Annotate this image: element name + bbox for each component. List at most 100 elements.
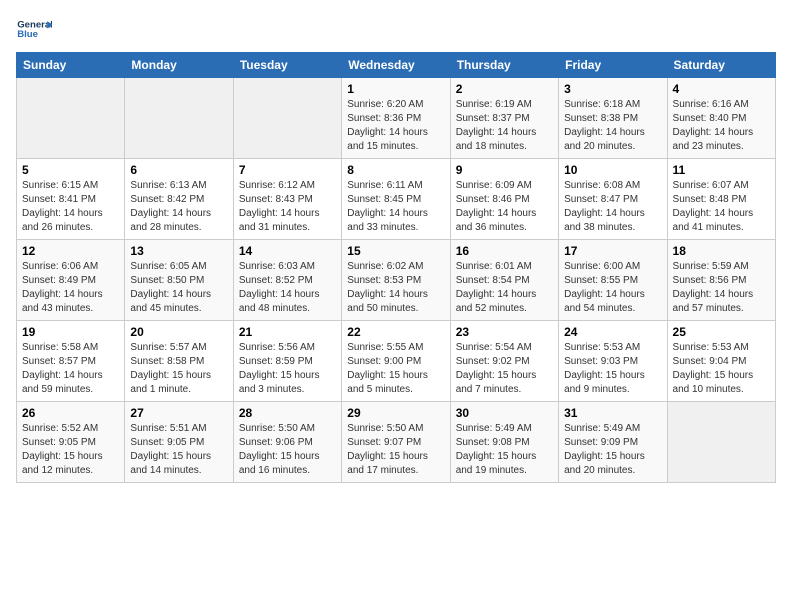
calendar-cell: 20Sunrise: 5:57 AM Sunset: 8:58 PM Dayli… (125, 321, 233, 402)
weekday-header: Saturday (667, 53, 775, 78)
calendar-cell: 1Sunrise: 6:20 AM Sunset: 8:36 PM Daylig… (342, 78, 450, 159)
calendar-cell: 14Sunrise: 6:03 AM Sunset: 8:52 PM Dayli… (233, 240, 341, 321)
day-number: 3 (564, 82, 661, 96)
day-info: Sunrise: 6:16 AM Sunset: 8:40 PM Dayligh… (673, 98, 770, 154)
calendar-cell: 23 Sunrise: 5:54 AM Sunset: 9:02 PM Dayli… (450, 321, 558, 402)
day-info: Sunrise: 5:51 AM Sunset: 9:05 PM Dayligh… (130, 422, 227, 478)
day-number: 12 (22, 244, 119, 258)
day-info: Sunrise: 5:52 AM Sunset: 9:05 PM Dayligh… (22, 422, 119, 478)
day-info: Sunrise: 5:53 AM Sunset: 9:04 PM Dayligh… (673, 341, 770, 397)
day-info: Sunrise: 5:53 AM Sunset: 9:03 PM Dayligh… (564, 341, 661, 397)
calendar-week-row: 1Sunrise: 6:20 AM Sunset: 8:36 PM Daylig… (17, 78, 776, 159)
weekday-header: Wednesday (342, 53, 450, 78)
day-number: 30 (456, 406, 553, 420)
calendar-week-row: 12 Sunrise: 6:06 AM Sunset: 8:49 PM Dayli… (17, 240, 776, 321)
day-number: 25 (673, 325, 770, 339)
calendar-cell: 13 Sunrise: 6:05 AM Sunset: 8:50 PM Dayli… (125, 240, 233, 321)
logo: General Blue (16, 16, 52, 44)
calendar-cell: 30Sunrise: 5:49 AM Sunset: 9:08 PM Dayli… (450, 402, 558, 483)
day-number: 7 (239, 163, 336, 177)
calendar-cell (667, 402, 775, 483)
day-info: Sunrise: 6:18 AM Sunset: 8:38 PM Dayligh… (564, 98, 661, 154)
svg-text:Blue: Blue (17, 29, 38, 40)
calendar-table: SundayMondayTuesdayWednesdayThursdayFrid… (16, 52, 776, 483)
day-info: Sunrise: 5:58 AM Sunset: 8:57 PM Dayligh… (22, 341, 119, 397)
day-number: 9 (456, 163, 553, 177)
calendar-cell: 11 Sunrise: 6:07 AM Sunset: 8:48 PM Dayli… (667, 159, 775, 240)
day-info: Sunrise: 6:20 AM Sunset: 8:36 PM Dayligh… (347, 98, 444, 154)
day-number: 23 (456, 325, 553, 339)
day-info: Sunrise: 5:55 AM Sunset: 9:00 PM Dayligh… (347, 341, 444, 397)
day-info: Sunrise: 5:49 AM Sunset: 9:09 PM Dayligh… (564, 422, 661, 478)
calendar-cell: 25 Sunrise: 5:53 AM Sunset: 9:04 PM Dayli… (667, 321, 775, 402)
calendar-cell: 28Sunrise: 5:50 AM Sunset: 9:06 PM Dayli… (233, 402, 341, 483)
calendar-cell: 5 Sunrise: 6:15 AM Sunset: 8:41 PM Daylig… (17, 159, 125, 240)
day-info: Sunrise: 6:02 AM Sunset: 8:53 PM Dayligh… (347, 260, 444, 316)
day-info: Sunrise: 5:54 AM Sunset: 9:02 PM Dayligh… (456, 341, 553, 397)
calendar-cell: 17 Sunrise: 6:00 AM Sunset: 8:55 PM Dayli… (559, 240, 667, 321)
day-number: 22 (347, 325, 444, 339)
day-info: Sunrise: 6:06 AM Sunset: 8:49 PM Dayligh… (22, 260, 119, 316)
day-info: Sunrise: 6:08 AM Sunset: 8:47 PM Dayligh… (564, 179, 661, 235)
day-number: 31 (564, 406, 661, 420)
day-number: 13 (130, 244, 227, 258)
day-info: Sunrise: 5:59 AM Sunset: 8:56 PM Dayligh… (673, 260, 770, 316)
day-info: Sunrise: 6:13 AM Sunset: 8:42 PM Dayligh… (130, 179, 227, 235)
day-number: 29 (347, 406, 444, 420)
calendar-cell: 24 Sunrise: 5:53 AM Sunset: 9:03 PM Dayli… (559, 321, 667, 402)
calendar-cell: 7 Sunrise: 6:12 AM Sunset: 8:43 PM Daylig… (233, 159, 341, 240)
calendar-cell: 21 Sunrise: 5:56 AM Sunset: 8:59 PM Dayli… (233, 321, 341, 402)
calendar-week-row: 19 Sunrise: 5:58 AM Sunset: 8:57 PM Dayli… (17, 321, 776, 402)
calendar-cell: 31 Sunrise: 5:49 AM Sunset: 9:09 PM Dayli… (559, 402, 667, 483)
weekday-header: Sunday (17, 53, 125, 78)
day-number: 11 (673, 163, 770, 177)
weekday-header: Friday (559, 53, 667, 78)
day-info: Sunrise: 5:57 AM Sunset: 8:58 PM Dayligh… (130, 341, 227, 397)
day-number: 15 (347, 244, 444, 258)
day-number: 10 (564, 163, 661, 177)
calendar-cell: 22 Sunrise: 5:55 AM Sunset: 9:00 PM Dayli… (342, 321, 450, 402)
day-number: 4 (673, 82, 770, 96)
day-number: 5 (22, 163, 119, 177)
calendar-cell: 29Sunrise: 5:50 AM Sunset: 9:07 PM Dayli… (342, 402, 450, 483)
day-info: Sunrise: 6:12 AM Sunset: 8:43 PM Dayligh… (239, 179, 336, 235)
calendar-cell: 16Sunrise: 6:01 AM Sunset: 8:54 PM Dayli… (450, 240, 558, 321)
day-number: 16 (456, 244, 553, 258)
calendar-cell (125, 78, 233, 159)
day-info: Sunrise: 6:07 AM Sunset: 8:48 PM Dayligh… (673, 179, 770, 235)
day-number: 17 (564, 244, 661, 258)
logo-icon: General Blue (16, 16, 52, 44)
calendar-cell: 27Sunrise: 5:51 AM Sunset: 9:05 PM Dayli… (125, 402, 233, 483)
day-info: Sunrise: 6:19 AM Sunset: 8:37 PM Dayligh… (456, 98, 553, 154)
calendar-cell: 10 Sunrise: 6:08 AM Sunset: 8:47 PM Dayli… (559, 159, 667, 240)
day-info: Sunrise: 6:03 AM Sunset: 8:52 PM Dayligh… (239, 260, 336, 316)
day-number: 8 (347, 163, 444, 177)
page-header: General Blue (16, 16, 776, 44)
calendar-cell: 2Sunrise: 6:19 AM Sunset: 8:37 PM Daylig… (450, 78, 558, 159)
day-info: Sunrise: 6:09 AM Sunset: 8:46 PM Dayligh… (456, 179, 553, 235)
day-info: Sunrise: 5:56 AM Sunset: 8:59 PM Dayligh… (239, 341, 336, 397)
calendar-cell (17, 78, 125, 159)
day-number: 26 (22, 406, 119, 420)
day-info: Sunrise: 6:00 AM Sunset: 8:55 PM Dayligh… (564, 260, 661, 316)
day-info: Sunrise: 6:15 AM Sunset: 8:41 PM Dayligh… (22, 179, 119, 235)
day-number: 21 (239, 325, 336, 339)
weekday-header: Thursday (450, 53, 558, 78)
calendar-cell: 9 Sunrise: 6:09 AM Sunset: 8:46 PM Daylig… (450, 159, 558, 240)
calendar-cell: 19 Sunrise: 5:58 AM Sunset: 8:57 PM Dayli… (17, 321, 125, 402)
calendar-cell: 18Sunrise: 5:59 AM Sunset: 8:56 PM Dayli… (667, 240, 775, 321)
calendar-cell: 26 Sunrise: 5:52 AM Sunset: 9:05 PM Dayli… (17, 402, 125, 483)
day-number: 19 (22, 325, 119, 339)
day-number: 24 (564, 325, 661, 339)
calendar-week-row: 5 Sunrise: 6:15 AM Sunset: 8:41 PM Daylig… (17, 159, 776, 240)
day-info: Sunrise: 5:50 AM Sunset: 9:06 PM Dayligh… (239, 422, 336, 478)
calendar-cell: 4 Sunrise: 6:16 AM Sunset: 8:40 PM Daylig… (667, 78, 775, 159)
calendar-cell (233, 78, 341, 159)
weekday-header: Monday (125, 53, 233, 78)
calendar-cell: 12 Sunrise: 6:06 AM Sunset: 8:49 PM Dayli… (17, 240, 125, 321)
calendar-header-row: SundayMondayTuesdayWednesdayThursdayFrid… (17, 53, 776, 78)
calendar-cell: 3 Sunrise: 6:18 AM Sunset: 8:38 PM Daylig… (559, 78, 667, 159)
calendar-cell: 15 Sunrise: 6:02 AM Sunset: 8:53 PM Dayli… (342, 240, 450, 321)
day-info: Sunrise: 6:05 AM Sunset: 8:50 PM Dayligh… (130, 260, 227, 316)
weekday-header: Tuesday (233, 53, 341, 78)
